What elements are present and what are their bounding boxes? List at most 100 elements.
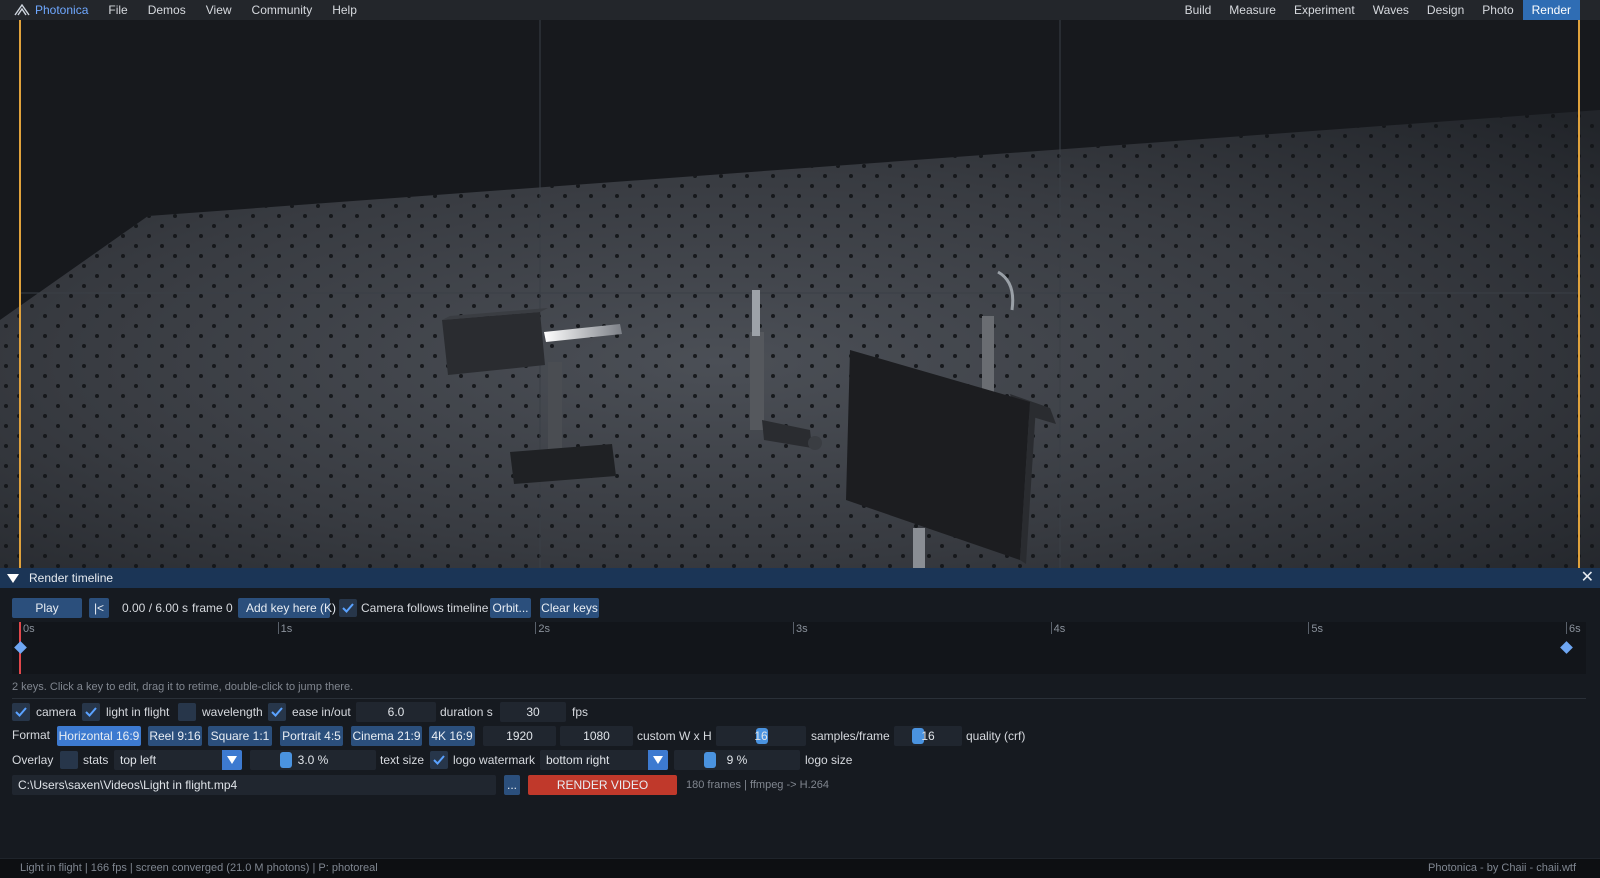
browse-button[interactable]: ...	[504, 775, 520, 795]
close-icon[interactable]: ✕	[1581, 568, 1594, 588]
preset-horizontal-button[interactable]: Horizontal 16:9	[57, 726, 141, 746]
panel-title: Render timeline	[29, 571, 114, 585]
logo-size-label: logo size	[805, 753, 853, 767]
tab-build[interactable]: Build	[1176, 0, 1221, 20]
timeline-tick-label: 1s	[280, 623, 293, 635]
checkmark-icon	[15, 707, 27, 717]
camera-follows-label: Camera follows timeline	[361, 601, 489, 615]
stats-checkbox[interactable]	[60, 751, 78, 769]
camera-checkbox[interactable]	[12, 703, 30, 721]
timeline-tick-label: 0s	[23, 623, 35, 635]
text-size-value: 3.0 %	[297, 753, 329, 767]
samples-label: samples/frame	[811, 729, 890, 743]
preset-4k-button[interactable]: 4K 16:9	[429, 726, 475, 746]
output-path-input[interactable]: C:\Users\saxen\Videos\Light in flight.mp…	[12, 775, 496, 795]
light-in-flight-checkbox[interactable]	[82, 703, 100, 721]
status-bar: Light in flight | 166 fps | screen conve…	[0, 858, 1600, 878]
format-label: Format	[12, 728, 51, 742]
tab-waves[interactable]: Waves	[1364, 0, 1418, 20]
fps-label: fps	[572, 705, 589, 719]
chevron-down-icon[interactable]	[648, 750, 668, 770]
height-input[interactable]: 1080	[560, 726, 633, 746]
workspace-tabs: Build Measure Experiment Waves Design Ph…	[1176, 0, 1600, 20]
rewind-button[interactable]: |<	[89, 598, 109, 618]
stats-position-value: top left	[120, 753, 157, 767]
samples-slider[interactable]: 16	[716, 726, 806, 746]
tab-render[interactable]: Render	[1522, 0, 1580, 20]
tab-measure[interactable]: Measure	[1220, 0, 1285, 20]
width-input[interactable]: 1920	[483, 726, 556, 746]
timeline-tick-label: 5s	[1311, 623, 1323, 635]
text-size-slider-knob[interactable]	[280, 752, 292, 768]
ease-checkbox[interactable]	[268, 703, 286, 721]
status-left: Light in flight | 166 fps | screen conve…	[20, 862, 378, 874]
render-video-button[interactable]: RENDER VIDEO	[528, 775, 677, 795]
menu-file[interactable]: File	[98, 0, 137, 20]
collapse-triangle-icon[interactable]	[7, 573, 19, 583]
menu-help[interactable]: Help	[322, 0, 367, 20]
logo-position-select[interactable]: bottom right	[540, 750, 668, 770]
text-size-slider[interactable]: 3.0 %	[250, 750, 376, 770]
scene-render	[0, 20, 1600, 568]
3d-viewport[interactable]	[0, 20, 1600, 568]
checkmark-icon	[85, 707, 97, 717]
chevron-down-icon[interactable]	[222, 750, 242, 770]
tab-design[interactable]: Design	[1418, 0, 1473, 20]
divider	[12, 698, 1586, 699]
timeline-tick	[535, 622, 537, 634]
quality-label: quality (crf)	[966, 729, 1026, 743]
light-in-flight-label: light in flight	[106, 705, 170, 719]
logo-size-slider-knob[interactable]	[704, 752, 716, 768]
stats-position-select[interactable]: top left	[114, 750, 242, 770]
timeline-tick-label: 4s	[1053, 623, 1066, 635]
render-info: 180 frames | ffmpeg -> H.264	[686, 779, 829, 791]
timeline-tick	[1308, 622, 1310, 634]
checkmark-icon	[271, 707, 283, 717]
time-readout: 0.00 / 6.00 s	[122, 601, 189, 615]
play-button[interactable]: Play	[12, 598, 82, 618]
text-size-label: text size	[380, 753, 425, 767]
stats-label: stats	[83, 753, 109, 767]
preset-reel-button[interactable]: Reel 9:16	[148, 726, 202, 746]
ease-label: ease in/out	[292, 705, 351, 719]
menu-view[interactable]: View	[196, 0, 242, 20]
tab-photo[interactable]: Photo	[1473, 0, 1522, 20]
preset-cinema-button[interactable]: Cinema 21:9	[351, 726, 422, 746]
timeline-track[interactable]: 0s 1s 2s 3s 4s 5s 6s	[12, 622, 1586, 674]
quality-value: 16	[921, 729, 935, 743]
samples-value: 16	[754, 729, 768, 743]
camera-follows-checkbox[interactable]	[339, 599, 357, 617]
duration-label: duration s	[440, 705, 493, 719]
logo-watermark-checkbox[interactable]	[430, 751, 448, 769]
tab-experiment[interactable]: Experiment	[1285, 0, 1364, 20]
quality-slider[interactable]: 16	[894, 726, 962, 746]
logo-size-slider[interactable]: 9 %	[674, 750, 800, 770]
overlay-label: Overlay	[12, 753, 54, 767]
clear-keys-button[interactable]: Clear keys	[540, 598, 599, 618]
timeline-hint: 2 keys. Click a key to edit, drag it to …	[12, 681, 354, 693]
logo-size-value: 9 %	[726, 753, 748, 767]
timeline-tick-label: 3s	[796, 623, 808, 635]
status-right: Photonica - by Chaii - chaii.wtf	[1428, 862, 1576, 874]
photonica-logo-icon	[14, 4, 30, 16]
menu-community[interactable]: Community	[242, 0, 323, 20]
app-name: Photonica	[35, 3, 89, 17]
logo-position-value: bottom right	[546, 753, 610, 767]
camera-label: camera	[36, 705, 77, 719]
menubar: Photonica File Demos View Community Help…	[0, 0, 1600, 21]
frame-readout: frame 0	[192, 601, 233, 615]
preset-portrait-button[interactable]: Portrait 4:5	[280, 726, 343, 746]
wavelength-checkbox[interactable]	[178, 703, 196, 721]
render-timeline-header[interactable]: Render timeline ✕	[0, 568, 1600, 588]
timeline-tick	[1050, 622, 1052, 634]
fps-input[interactable]: 30	[500, 702, 566, 722]
menu-demos[interactable]: Demos	[138, 0, 196, 20]
add-key-button[interactable]: Add key here (K)	[238, 598, 336, 618]
timeline-tick	[277, 622, 279, 634]
orbit-button[interactable]: Orbit...	[490, 598, 531, 618]
app-logo[interactable]: Photonica	[0, 3, 98, 17]
preset-square-button[interactable]: Square 1:1	[208, 726, 272, 746]
timeline-key[interactable]	[14, 641, 27, 654]
timeline-key[interactable]	[1560, 641, 1573, 654]
duration-input[interactable]: 6.0	[356, 702, 436, 722]
